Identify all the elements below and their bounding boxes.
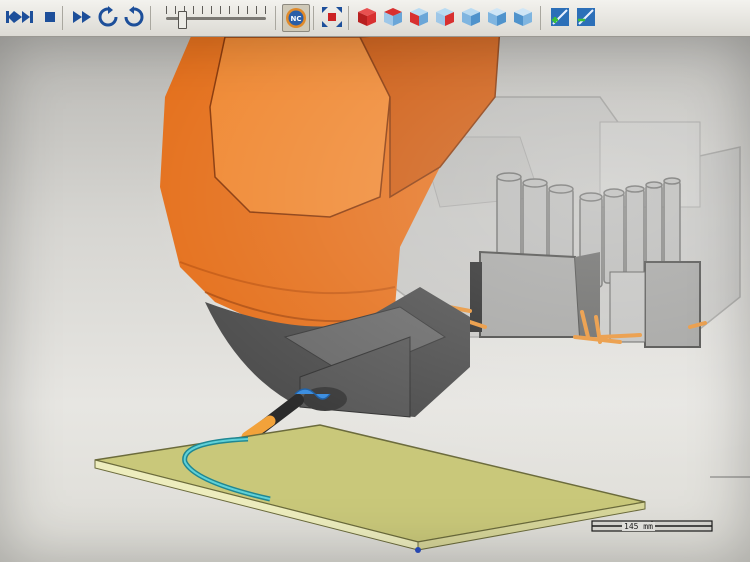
view-cube-button-4[interactable] [433, 5, 457, 29]
refresh-button[interactable] [96, 5, 120, 29]
scene-render [94, 37, 750, 553]
toolbar-separator [275, 6, 276, 30]
fast-forward-button[interactable] [70, 5, 94, 29]
view-cube-button-2[interactable] [381, 5, 405, 29]
toolbar-separator [348, 6, 349, 30]
cube-view-icon [514, 8, 532, 26]
cube-view-icon [384, 8, 402, 26]
toolbar-separator [313, 6, 314, 30]
skip-to-end-button[interactable] [12, 5, 36, 29]
cube-view-icon [410, 8, 428, 26]
view-cube-button-6[interactable] [485, 5, 509, 29]
view-cube-button-5[interactable] [459, 5, 483, 29]
cube-view-icon [436, 8, 454, 26]
remove-toolpath-icon [577, 8, 595, 26]
add-toolpath-button[interactable] [548, 5, 572, 29]
cube-view-icon [358, 8, 376, 26]
fast-forward-icon [73, 11, 91, 23]
simulation-toolbar: NC [0, 0, 750, 37]
nc-label: NC [291, 15, 302, 23]
reverse-refresh-button[interactable] [122, 5, 146, 29]
cube-view-icon [488, 8, 506, 26]
refresh-icon [98, 6, 118, 27]
view-cube-button-7[interactable] [511, 5, 535, 29]
toolbar-separator [150, 6, 151, 30]
fit-view-icon [322, 7, 342, 27]
view-cube-button-3[interactable] [407, 5, 431, 29]
skip-forward-icon [14, 11, 33, 23]
fit-view-button[interactable] [320, 5, 344, 29]
stop-icon [45, 12, 55, 22]
speed-slider-thumb[interactable] [178, 11, 187, 29]
view-cube-button-1[interactable] [355, 5, 379, 29]
remove-toolpath-button[interactable] [574, 5, 598, 29]
reverse-refresh-icon [124, 6, 144, 27]
workpiece-plate [94, 424, 646, 553]
toolbar-separator [540, 6, 541, 30]
add-toolpath-icon [551, 8, 569, 26]
scale-label: 145 mm [622, 522, 655, 531]
cube-view-icon [462, 8, 480, 26]
nc-button[interactable]: NC [282, 4, 310, 32]
nc-icon: NC [286, 8, 306, 28]
stop-button[interactable] [38, 5, 62, 29]
toolbar-separator [62, 6, 63, 30]
simulation-viewport[interactable]: 145 mm [0, 37, 750, 562]
